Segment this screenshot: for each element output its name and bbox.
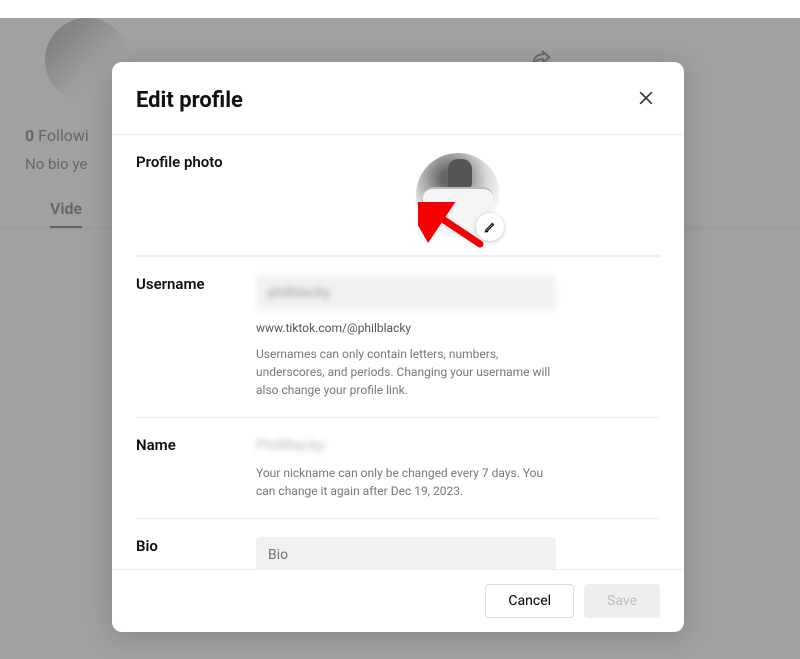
modal-header: Edit profile: [112, 62, 684, 134]
username-help: Usernames can only contain letters, numb…: [256, 345, 556, 399]
row-profile-photo: Profile photo: [136, 135, 660, 256]
name-help: Your nickname can only be changed every …: [256, 464, 556, 500]
label-bio: Bio: [136, 537, 256, 569]
edit-profile-modal: Edit profile Profile photo: [112, 62, 684, 632]
save-button[interactable]: Save: [584, 584, 660, 618]
row-name: Name PhilBlacky Your nickname can only b…: [136, 417, 660, 518]
label-username: Username: [136, 275, 256, 399]
pencil-icon: [483, 220, 497, 234]
edit-photo-button[interactable]: [476, 213, 504, 241]
bio-textarea[interactable]: [256, 537, 556, 569]
row-username: Username www.tiktok.com/@philblacky User…: [136, 256, 660, 417]
label-name: Name: [136, 436, 256, 500]
close-button[interactable]: [632, 84, 660, 116]
name-value[interactable]: PhilBlacky: [256, 436, 660, 454]
cancel-button[interactable]: Cancel: [485, 584, 574, 618]
username-input[interactable]: [256, 275, 556, 311]
label-profile-photo: Profile photo: [136, 153, 256, 237]
modal-title: Edit profile: [136, 88, 243, 113]
modal-footer: Cancel Save: [112, 569, 684, 632]
row-bio: Bio 0/80: [136, 518, 660, 569]
username-url: www.tiktok.com/@philblacky: [256, 321, 660, 335]
photo-container: [256, 153, 660, 237]
close-icon: [636, 88, 656, 108]
